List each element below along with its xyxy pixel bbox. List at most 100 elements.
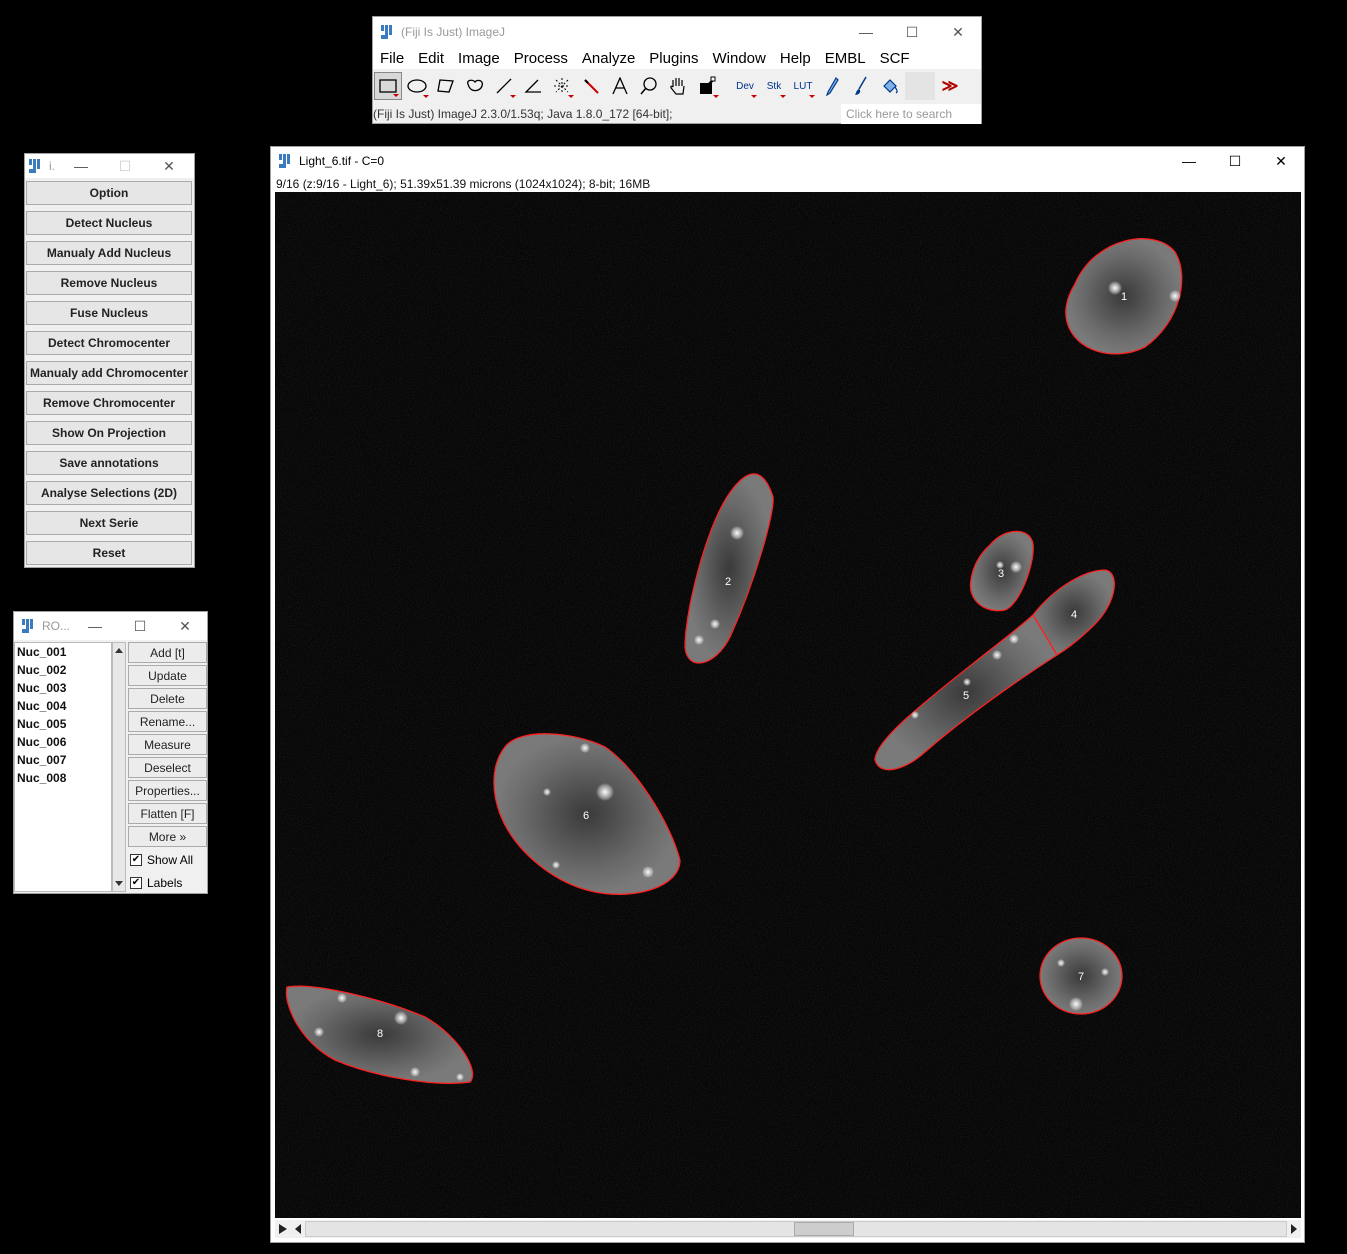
more-tools-label: ≫ — [941, 78, 959, 95]
maximize-icon[interactable]: ☐ — [103, 154, 147, 178]
hand-tool-icon[interactable] — [664, 72, 692, 100]
image-window-titlebar[interactable]: Light_6.tif - C=0 — ☐ ✕ — [271, 147, 1304, 175]
wand-tool-icon[interactable] — [577, 72, 605, 100]
menu-plugins[interactable]: Plugins — [642, 50, 705, 67]
menu-scf[interactable]: SCF — [873, 50, 917, 67]
rename-button[interactable]: Rename... — [128, 711, 207, 732]
pencil-tool-icon[interactable] — [818, 72, 846, 100]
labels-checkbox[interactable]: ✔ Labels — [130, 876, 182, 890]
more-button[interactable]: More » — [128, 826, 207, 847]
lut-label: LUT — [793, 80, 813, 92]
minimize-icon[interactable]: — — [72, 612, 118, 640]
menu-file[interactable]: File — [373, 50, 411, 67]
image-canvas[interactable]: 1 2 3 4 5 6 7 8 — [275, 192, 1301, 1218]
angle-tool-icon[interactable] — [519, 72, 547, 100]
lut-menu-button[interactable]: LUT — [789, 72, 817, 100]
line-tool-icon[interactable] — [490, 72, 518, 100]
reset-button[interactable]: Reset — [26, 541, 192, 565]
minimize-icon[interactable]: — — [1166, 147, 1212, 175]
properties-button[interactable]: Properties... — [128, 780, 207, 801]
roi-list[interactable]: Nuc_001 Nuc_002 Nuc_003 Nuc_004 Nuc_005 … — [14, 642, 112, 892]
fuse-nucleus-button[interactable]: Fuse Nucleus — [26, 301, 192, 325]
add-button[interactable]: Add [t] — [128, 642, 207, 663]
point-tool-icon[interactable] — [548, 72, 576, 100]
menu-edit[interactable]: Edit — [411, 50, 451, 67]
search-field[interactable]: Click here to search — [841, 104, 981, 124]
list-item[interactable]: Nuc_007 — [15, 751, 111, 769]
flatten-button[interactable]: Flatten [F] — [128, 803, 207, 824]
option-button[interactable]: Option — [26, 181, 192, 205]
list-item[interactable]: Nuc_008 — [15, 769, 111, 787]
detect-chromocenter-button[interactable]: Detect Chromocenter — [26, 331, 192, 355]
menu-help[interactable]: Help — [773, 50, 818, 67]
manually-add-chromocenter-button[interactable]: Manualy add Chromocenter — [26, 361, 192, 385]
analyse-selections-button[interactable]: Analyse Selections (2D) — [26, 481, 192, 505]
roi-manager-titlebar[interactable]: RO... — ☐ ✕ — [14, 612, 207, 640]
image-window-title: Light_6.tif - C=0 — [299, 154, 385, 168]
detect-nucleus-button[interactable]: Detect Nucleus — [26, 211, 192, 235]
list-item[interactable]: Nuc_004 — [15, 697, 111, 715]
text-tool-icon[interactable] — [606, 72, 634, 100]
save-annotations-button[interactable]: Save annotations — [26, 451, 192, 475]
nucleus-label-2: 2 — [725, 576, 731, 588]
fiji-window-title: (Fiji Is Just) ImageJ — [401, 25, 506, 39]
maximize-icon[interactable]: ☐ — [889, 17, 935, 47]
maximize-icon[interactable]: ☐ — [117, 612, 163, 640]
delete-button[interactable]: Delete — [128, 688, 207, 709]
color-picker-tool-icon[interactable] — [693, 72, 721, 100]
plugin-panel-titlebar[interactable]: i. — ☐ ✕ — [25, 154, 194, 178]
deselect-button[interactable]: Deselect — [128, 757, 207, 778]
remove-chromocenter-button[interactable]: Remove Chromocenter — [26, 391, 192, 415]
menu-embl[interactable]: EMBL — [818, 50, 873, 67]
menu-image[interactable]: Image — [451, 50, 507, 67]
menu-window[interactable]: Window — [706, 50, 773, 67]
slice-scrollbar[interactable] — [275, 1220, 1301, 1238]
roi-list-scrollbar[interactable] — [112, 642, 126, 892]
play-icon[interactable] — [275, 1224, 291, 1234]
empty-tool-slot — [905, 72, 935, 100]
minimize-icon[interactable]: — — [59, 154, 103, 178]
list-item[interactable]: Nuc_006 — [15, 733, 111, 751]
roi-manager-title: RO... — [42, 619, 71, 633]
fiji-toolbar: Dev Stk LUT ≫ — [373, 69, 981, 103]
scroll-track[interactable] — [305, 1221, 1287, 1237]
list-item[interactable]: Nuc_002 — [15, 661, 111, 679]
fiji-app-icon — [22, 619, 36, 633]
list-item[interactable]: Nuc_005 — [15, 715, 111, 733]
measure-button[interactable]: Measure — [128, 734, 207, 755]
close-icon[interactable]: ✕ — [1258, 147, 1304, 175]
list-item[interactable]: Nuc_001 — [15, 643, 111, 661]
fiji-titlebar[interactable]: (Fiji Is Just) ImageJ — ☐ ✕ — [373, 17, 981, 47]
brush-tool-icon[interactable] — [847, 72, 875, 100]
image-info-line: 9/16 (z:9/16 - Light_6); 51.39x51.39 mic… — [276, 177, 651, 191]
magnifier-tool-icon[interactable] — [635, 72, 663, 100]
remove-nucleus-button[interactable]: Remove Nucleus — [26, 271, 192, 295]
scroll-right-icon[interactable] — [1287, 1224, 1301, 1234]
show-on-projection-button[interactable]: Show On Projection — [26, 421, 192, 445]
menu-analyze[interactable]: Analyze — [575, 50, 642, 67]
oval-tool-icon[interactable] — [403, 72, 431, 100]
flood-fill-tool-icon[interactable] — [876, 72, 904, 100]
menu-process[interactable]: Process — [507, 50, 575, 67]
scroll-thumb[interactable] — [794, 1222, 854, 1236]
maximize-icon[interactable]: ☐ — [1212, 147, 1258, 175]
polygon-tool-icon[interactable] — [432, 72, 460, 100]
fiji-main-window: (Fiji Is Just) ImageJ — ☐ ✕ File Edit Im… — [372, 16, 982, 124]
plugin-panel-title: i. — [49, 159, 55, 173]
next-serie-button[interactable]: Next Serie — [26, 511, 192, 535]
close-icon[interactable]: ✕ — [147, 154, 191, 178]
close-icon[interactable]: ✕ — [935, 17, 981, 47]
scroll-left-icon[interactable] — [291, 1224, 305, 1234]
update-button[interactable]: Update — [128, 665, 207, 686]
minimize-icon[interactable]: — — [843, 17, 889, 47]
rectangle-tool-icon[interactable] — [374, 72, 402, 100]
dev-menu-button[interactable]: Dev — [731, 72, 759, 100]
show-all-checkbox[interactable]: ✔ Show All — [130, 853, 193, 867]
more-tools-icon[interactable]: ≫ — [936, 72, 964, 100]
stk-menu-button[interactable]: Stk — [760, 72, 788, 100]
freehand-tool-icon[interactable] — [461, 72, 489, 100]
manually-add-nucleus-button[interactable]: Manualy Add Nucleus — [26, 241, 192, 265]
list-item[interactable]: Nuc_003 — [15, 679, 111, 697]
close-icon[interactable]: ✕ — [162, 612, 208, 640]
